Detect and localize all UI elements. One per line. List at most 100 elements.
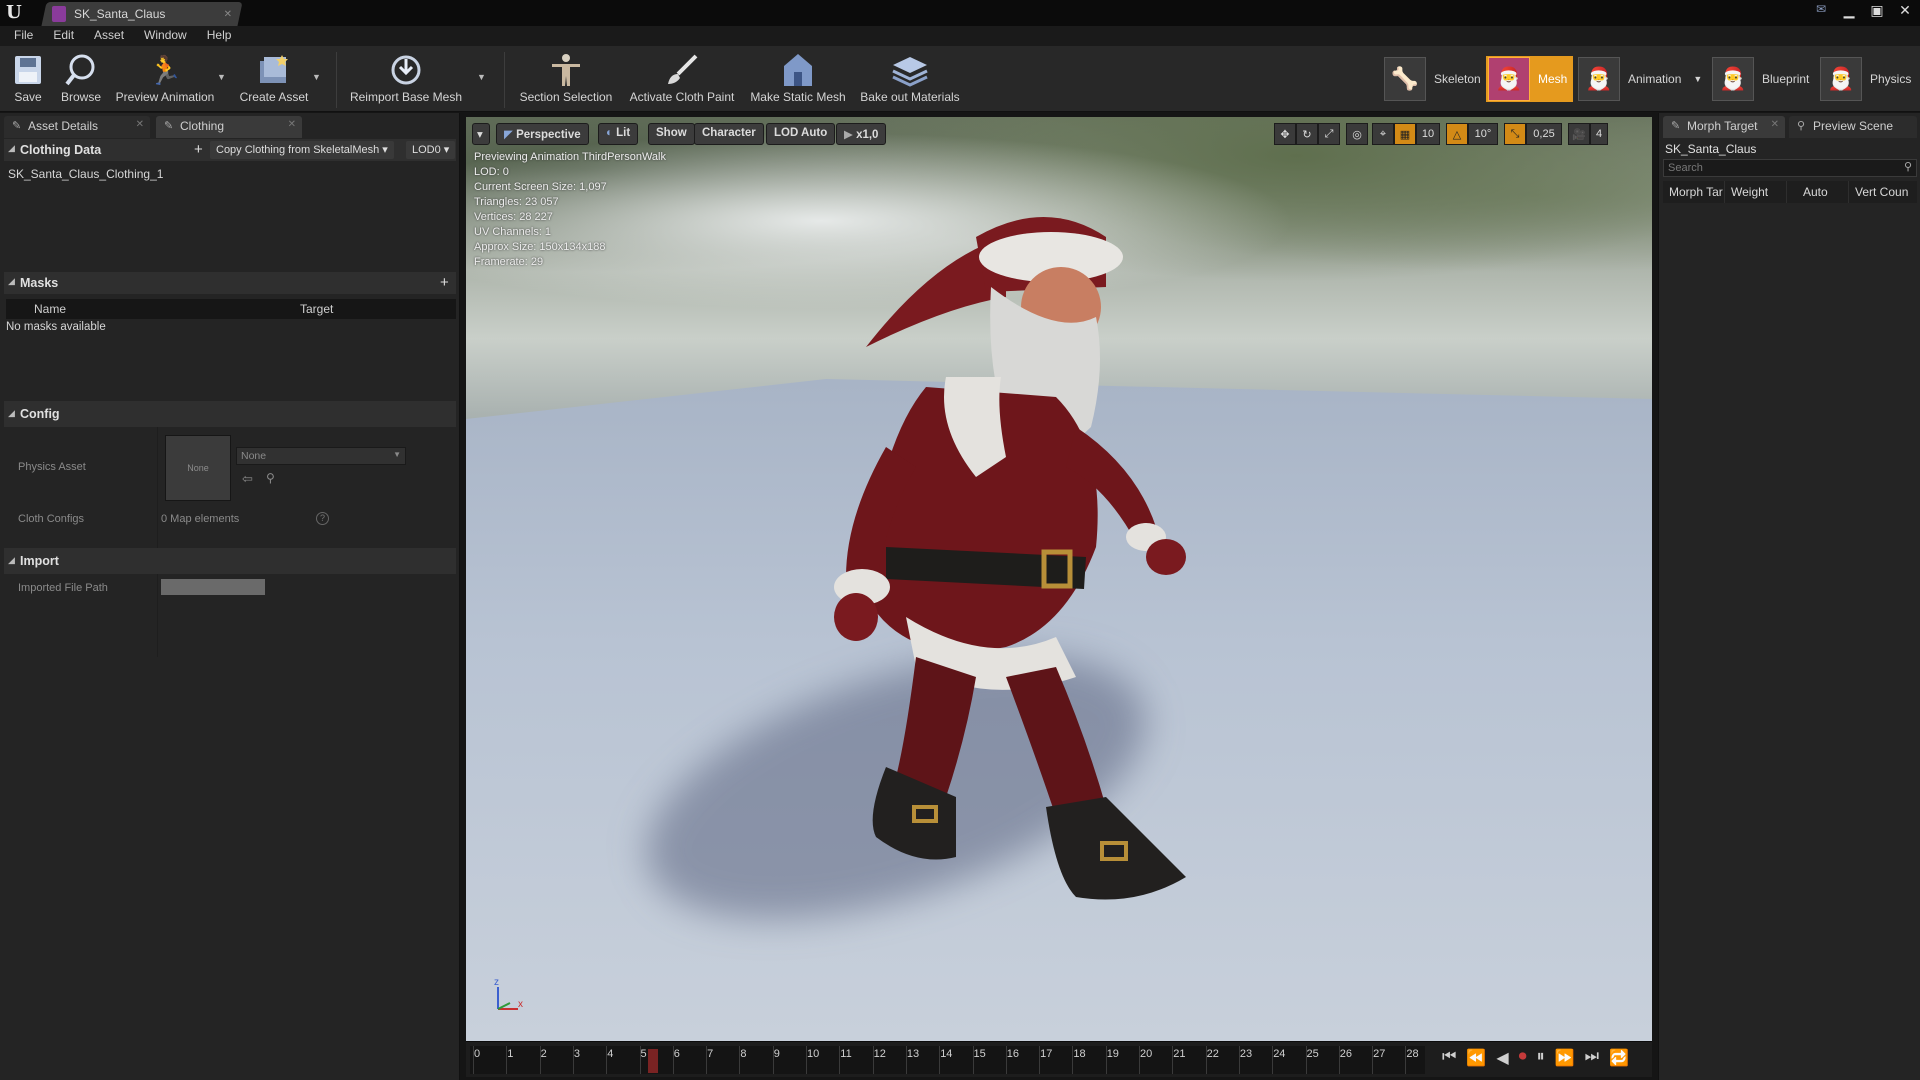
show-button[interactable]: Show xyxy=(648,123,695,145)
masks-col-target[interactable]: Target xyxy=(300,302,333,316)
minimize-button[interactable]: ▁ xyxy=(1840,2,1858,19)
rotation-snap-icon[interactable]: △ xyxy=(1446,123,1468,145)
menu-edit[interactable]: Edit xyxy=(43,26,84,46)
timeline-frame-label: 12 xyxy=(873,1048,886,1060)
feedback-icon[interactable]: ✉ xyxy=(1812,2,1830,19)
close-tab-icon[interactable]: ✕ xyxy=(224,9,232,20)
collapse-caret-icon[interactable]: ◢ xyxy=(8,276,15,287)
tab-asset-details[interactable]: ✎ Asset Details ✕ xyxy=(4,116,150,138)
santa-character-mesh[interactable] xyxy=(806,197,1266,957)
physics-asset-thumbnail[interactable]: None xyxy=(165,435,231,501)
play-reverse-icon[interactable]: ◀ xyxy=(1496,1048,1508,1068)
tab-morph-target[interactable]: ✎ Morph Target ✕ xyxy=(1663,116,1785,138)
preview-animation-button[interactable]: 🏃 Preview Animation xyxy=(112,50,218,110)
timeline-track[interactable]: 0 1 2 3 4 5 6 7 8 9 10 11 12 13 14 15 16 17 18 19 20 21 22 23 24… xyxy=(470,1046,1425,1074)
clothing-data-header[interactable]: ◢ Clothing Data + Copy Clothing from Ske… xyxy=(4,139,456,161)
masks-header[interactable]: ◢ Masks + xyxy=(4,272,456,294)
morph-search-input[interactable]: Search ⚲ xyxy=(1663,159,1917,177)
lit-button[interactable]: ◐ Lit xyxy=(598,123,639,145)
scale-snap-value[interactable]: 0,25 xyxy=(1526,123,1562,145)
lod-dropdown[interactable]: LOD0 ▾ xyxy=(406,141,456,159)
close-tab-icon[interactable]: ✕ xyxy=(288,119,296,130)
collapse-caret-icon[interactable]: ◢ xyxy=(8,555,15,566)
browse-asset-search-icon[interactable]: ⚲ xyxy=(266,471,275,485)
close-tab-icon[interactable]: ✕ xyxy=(136,119,144,130)
mode-skeleton-button[interactable]: 🦴 Skeleton xyxy=(1382,56,1487,102)
world-local-icon[interactable]: ◎ xyxy=(1346,123,1368,145)
mode-physics-button[interactable]: 🎅 Physics xyxy=(1818,56,1917,102)
preview-animation-dropdown-icon[interactable]: ▼ xyxy=(217,72,226,82)
perspective-button[interactable]: ◤ Perspective xyxy=(496,123,589,145)
col-vert-count[interactable]: Vert Coun xyxy=(1849,181,1917,203)
document-tab[interactable]: SK_Santa_Claus ✕ xyxy=(52,4,232,24)
mode-mesh-button[interactable]: 🎅 Mesh xyxy=(1486,56,1574,102)
pause-icon[interactable]: ⏸ xyxy=(1537,1048,1545,1068)
col-weight[interactable]: Weight xyxy=(1725,181,1787,203)
translate-tool-icon[interactable]: ✥ xyxy=(1274,123,1296,145)
skip-to-start-icon[interactable]: ⏮ xyxy=(1442,1048,1456,1068)
viewport[interactable]: ▾ ◤ Perspective ◐ Lit Show Character LOD… xyxy=(466,117,1652,1041)
section-selection-button[interactable]: Section Selection xyxy=(516,50,616,110)
grid-snap-icon[interactable]: ▦ xyxy=(1394,123,1416,145)
physics-asset-combo[interactable]: None ▼ xyxy=(236,447,406,465)
make-static-mesh-button[interactable]: Make Static Mesh xyxy=(748,50,848,110)
browse-button[interactable]: Browse xyxy=(56,50,106,110)
grid-snap-value[interactable]: 10 xyxy=(1416,123,1440,145)
reimport-base-mesh-button[interactable]: Reimport Base Mesh xyxy=(348,50,464,110)
camera-speed-icon[interactable]: 🎥 xyxy=(1568,123,1590,145)
imported-file-path-field[interactable] xyxy=(161,579,265,595)
copy-clothing-button[interactable]: Copy Clothing from SkeletalMesh ▾ xyxy=(210,141,394,159)
rotation-snap-value[interactable]: 10° xyxy=(1468,123,1498,145)
menu-window[interactable]: Window xyxy=(134,26,197,46)
record-icon[interactable]: ⏺ xyxy=(1519,1048,1527,1068)
maximize-button[interactable]: ▣ xyxy=(1868,2,1886,19)
menu-help[interactable]: Help xyxy=(197,26,242,46)
mode-animation-button[interactable]: 🎅 Animation ▼ xyxy=(1576,56,1708,102)
lod-auto-button[interactable]: LOD Auto xyxy=(766,123,836,145)
col-auto[interactable]: Auto xyxy=(1787,181,1849,203)
use-selected-arrow-icon[interactable]: ⇦ xyxy=(242,471,253,487)
import-header[interactable]: ◢ Import xyxy=(4,548,456,574)
step-forward-icon[interactable]: ⏩ xyxy=(1555,1048,1575,1068)
surface-snap-icon[interactable]: ⌖ xyxy=(1372,123,1394,145)
help-icon[interactable]: ? xyxy=(316,512,329,525)
reimport-dropdown-icon[interactable]: ▼ xyxy=(477,72,486,82)
save-button[interactable]: Save xyxy=(8,50,48,110)
col-morph-target[interactable]: Morph Tar xyxy=(1663,181,1725,203)
create-asset-button[interactable]: Create Asset xyxy=(234,50,314,110)
clothing-item[interactable]: SK_Santa_Claus_Clothing_1 xyxy=(8,167,163,181)
mode-blueprint-button[interactable]: 🎅 Blueprint xyxy=(1710,56,1815,102)
show-label: Show xyxy=(656,127,687,139)
viewport-options-dropdown[interactable]: ▾ xyxy=(472,123,490,145)
playhead[interactable] xyxy=(647,1049,658,1073)
collapse-caret-icon[interactable]: ◢ xyxy=(8,408,15,419)
running-figure-icon: 🏃 xyxy=(147,54,183,86)
character-button[interactable]: Character xyxy=(694,123,764,145)
playback-speed-button[interactable]: ▶ x1,0 xyxy=(836,123,887,145)
collapse-caret-icon[interactable]: ◢ xyxy=(8,143,15,154)
tab-preview-scene[interactable]: ⚲ Preview Scene xyxy=(1789,116,1917,138)
layers-icon xyxy=(890,50,930,90)
scale-tool-icon[interactable]: ⤢ xyxy=(1318,123,1340,145)
rotate-tool-icon[interactable]: ↻ xyxy=(1296,123,1318,145)
scale-snap-icon[interactable]: ⤡ xyxy=(1504,123,1526,145)
animation-dropdown-icon[interactable]: ▼ xyxy=(1693,74,1702,84)
tab-clothing[interactable]: ✎ Clothing ✕ xyxy=(156,116,302,138)
create-asset-dropdown-icon[interactable]: ▼ xyxy=(312,72,321,82)
close-tab-icon[interactable]: ✕ xyxy=(1771,119,1779,130)
step-back-icon[interactable]: ⏪ xyxy=(1466,1048,1486,1068)
camera-speed-value[interactable]: 4 xyxy=(1590,123,1608,145)
bake-out-materials-button[interactable]: Bake out Materials xyxy=(856,50,964,110)
close-window-button[interactable]: ✕ xyxy=(1896,2,1914,19)
unreal-logo-icon[interactable]: U xyxy=(6,2,28,24)
add-mask-icon[interactable]: + xyxy=(434,272,455,291)
menu-file[interactable]: File xyxy=(4,26,43,46)
skip-to-end-icon[interactable]: ⏭ xyxy=(1585,1048,1599,1068)
activate-cloth-paint-button[interactable]: Activate Cloth Paint xyxy=(626,50,738,110)
config-header[interactable]: ◢ Config xyxy=(4,401,456,427)
loop-icon[interactable]: 🔁 xyxy=(1609,1048,1629,1068)
menu-asset[interactable]: Asset xyxy=(84,26,134,46)
add-clothing-icon[interactable]: + xyxy=(188,139,209,158)
preview-animation-label: Preview Animation xyxy=(115,90,215,104)
masks-col-name[interactable]: Name xyxy=(34,302,66,316)
